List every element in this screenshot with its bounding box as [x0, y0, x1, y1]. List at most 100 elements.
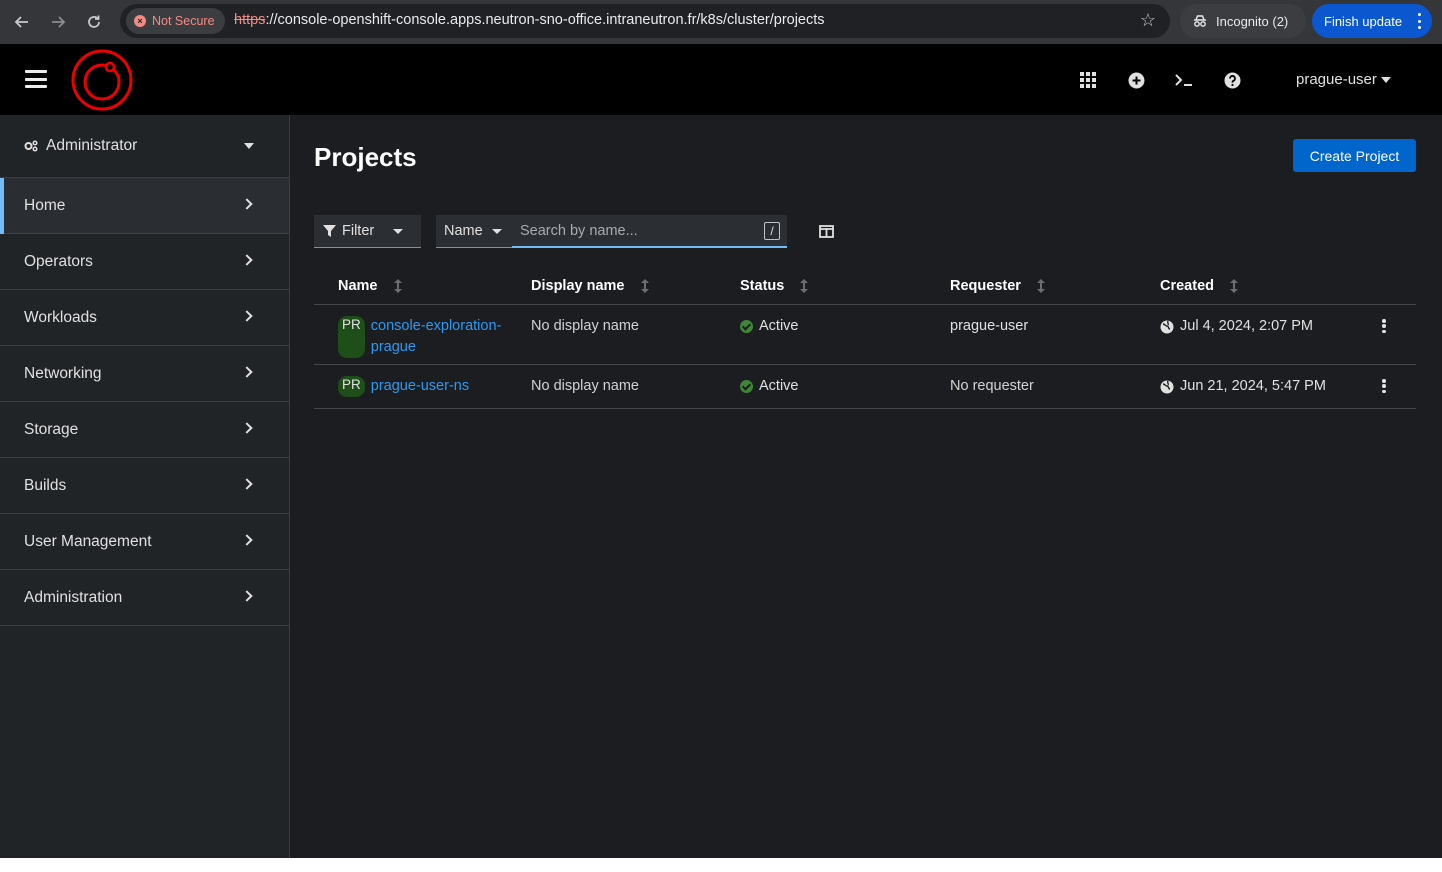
project-name-cell: PR console-exploration-prague — [338, 316, 518, 358]
column-header-label: Display name — [531, 278, 625, 294]
chevron-right-icon — [241, 254, 253, 266]
page-title: Projects — [314, 142, 417, 172]
project-link[interactable]: console-exploration-prague — [371, 318, 502, 355]
chevron-right-icon — [241, 422, 253, 434]
check-circle-icon — [740, 320, 753, 333]
requester-cell: prague-user — [950, 318, 1029, 334]
created-cell: Jun 21, 2024, 5:47 PM — [1160, 376, 1326, 397]
sidebar-item-builds[interactable]: Builds — [0, 458, 289, 514]
column-header-display-name[interactable]: Display name — [531, 278, 649, 294]
sort-icon — [640, 279, 649, 293]
reload-icon[interactable] — [82, 10, 106, 34]
incognito-label: Incognito (2) — [1216, 13, 1289, 29]
address-bar[interactable]: × Not Secure https://console-openshift-c… — [120, 4, 1170, 38]
row-actions-kebab-icon[interactable] — [1382, 319, 1386, 333]
sidebar-item-administration[interactable]: Administration — [0, 570, 289, 626]
sidebar-item-user-management[interactable]: User Management — [0, 514, 289, 570]
sidebar-item-label: Networking — [24, 364, 102, 382]
plus-circle-icon[interactable] — [1124, 68, 1148, 92]
sidebar-item-operators[interactable]: Operators — [0, 234, 289, 290]
created-cell: Jul 4, 2024, 2:07 PM — [1160, 316, 1313, 337]
project-badge: PR — [338, 376, 365, 397]
browser-toolbar: × Not Secure https://console-openshift-c… — [0, 0, 1442, 44]
projects-table: Name Display name Status Requester Creat… — [314, 267, 1416, 409]
incognito-icon — [1194, 15, 1206, 27]
not-secure-icon: × — [134, 15, 146, 27]
perspective-switcher[interactable]: Administrator — [0, 115, 289, 178]
project-link[interactable]: prague-user-ns — [371, 378, 469, 394]
chevron-right-icon — [241, 366, 253, 378]
finish-update-label: Finish update — [1324, 13, 1403, 29]
caret-down-icon — [244, 143, 254, 149]
sidebar-item-storage[interactable]: Storage — [0, 402, 289, 458]
sidebar-item-networking[interactable]: Networking — [0, 346, 289, 402]
column-header-status[interactable]: Status — [740, 278, 809, 294]
chevron-right-icon — [241, 534, 253, 546]
masthead: prague-user — [0, 44, 1442, 115]
sidebar-item-label: Administration — [24, 588, 123, 606]
openshift-logo[interactable] — [70, 49, 134, 116]
chevron-right-icon — [241, 478, 253, 490]
search-input[interactable] — [512, 215, 787, 248]
help-question-icon[interactable] — [1220, 68, 1244, 92]
search-shortcut-hint: / — [764, 222, 780, 240]
chevron-right-icon — [241, 198, 253, 210]
sidebar-item-home[interactable]: Home — [0, 178, 289, 234]
table-header: Name Display name Status Requester Creat… — [314, 267, 1416, 305]
status-label: Active — [759, 378, 799, 394]
manage-columns-icon[interactable] — [816, 222, 836, 240]
filter-label: Filter — [342, 223, 375, 239]
column-header-label: Name — [338, 278, 378, 294]
column-header-requester[interactable]: Requester — [950, 278, 1045, 294]
main-content: Projects Create Project Filter Name / Na… — [290, 115, 1442, 858]
status-label: Active — [759, 318, 799, 334]
column-header-label: Created — [1160, 278, 1214, 294]
sidebar-item-label: Operators — [24, 252, 93, 270]
forward-arrow-icon[interactable] — [46, 10, 70, 34]
sidebar-item-label: Builds — [24, 476, 67, 494]
table-row: PR console-exploration-prague No display… — [314, 305, 1416, 365]
sort-icon — [1230, 279, 1238, 293]
user-menu-toggle[interactable]: prague-user — [1296, 71, 1391, 88]
finish-update-button[interactable]: Finish update — [1312, 4, 1432, 38]
column-header-name[interactable]: Name — [338, 278, 402, 294]
app-window: × Not Secure https://console-openshift-c… — [0, 0, 1442, 858]
display-name-cell: No display name — [531, 378, 639, 394]
project-badge: PR — [338, 316, 365, 358]
sidebar-item-workloads[interactable]: Workloads — [0, 290, 289, 346]
project-name-cell: PR prague-user-ns — [338, 376, 518, 397]
security-chip[interactable]: × Not Secure — [126, 8, 225, 34]
globe-icon — [1160, 380, 1174, 393]
sidebar-item-label: Storage — [24, 420, 79, 438]
app-launcher-grid-icon[interactable] — [1076, 68, 1100, 92]
created-timestamp: Jun 21, 2024, 5:47 PM — [1180, 378, 1326, 394]
sort-icon — [393, 279, 402, 293]
search-attribute-select[interactable]: Name — [436, 215, 512, 248]
hamburger-menu-icon[interactable] — [25, 70, 47, 88]
check-circle-icon — [740, 380, 753, 393]
url-text[interactable]: https://console-openshift-console.apps.n… — [234, 12, 825, 28]
sidebar-nav: Administrator Home Operators Workloads N… — [0, 115, 290, 858]
incognito-indicator[interactable]: Incognito (2) — [1180, 4, 1306, 38]
security-label: Not Secure — [152, 14, 215, 28]
back-arrow-icon[interactable] — [10, 10, 34, 34]
terminal-icon[interactable] — [1172, 68, 1196, 92]
filter-dropdown[interactable]: Filter — [314, 215, 421, 248]
chevron-right-icon — [241, 310, 253, 322]
sidebar-item-label: User Management — [24, 532, 152, 550]
status-cell: Active — [740, 316, 799, 337]
caret-down-icon — [492, 229, 502, 234]
caret-down-icon — [1380, 76, 1391, 83]
perspective-label: Administrator — [46, 137, 138, 154]
sort-icon — [800, 279, 809, 293]
chevron-right-icon — [241, 590, 253, 602]
name-select-label: Name — [444, 223, 483, 239]
column-header-created[interactable]: Created — [1160, 278, 1238, 294]
row-actions-kebab-icon[interactable] — [1382, 379, 1386, 393]
display-name-cell: No display name — [531, 318, 639, 334]
bookmark-star-icon[interactable]: ☆ — [1140, 10, 1156, 31]
cogs-icon — [24, 140, 38, 152]
created-timestamp: Jul 4, 2024, 2:07 PM — [1180, 318, 1313, 334]
create-project-button[interactable]: Create Project — [1293, 139, 1416, 172]
requester-cell: No requester — [950, 378, 1034, 394]
